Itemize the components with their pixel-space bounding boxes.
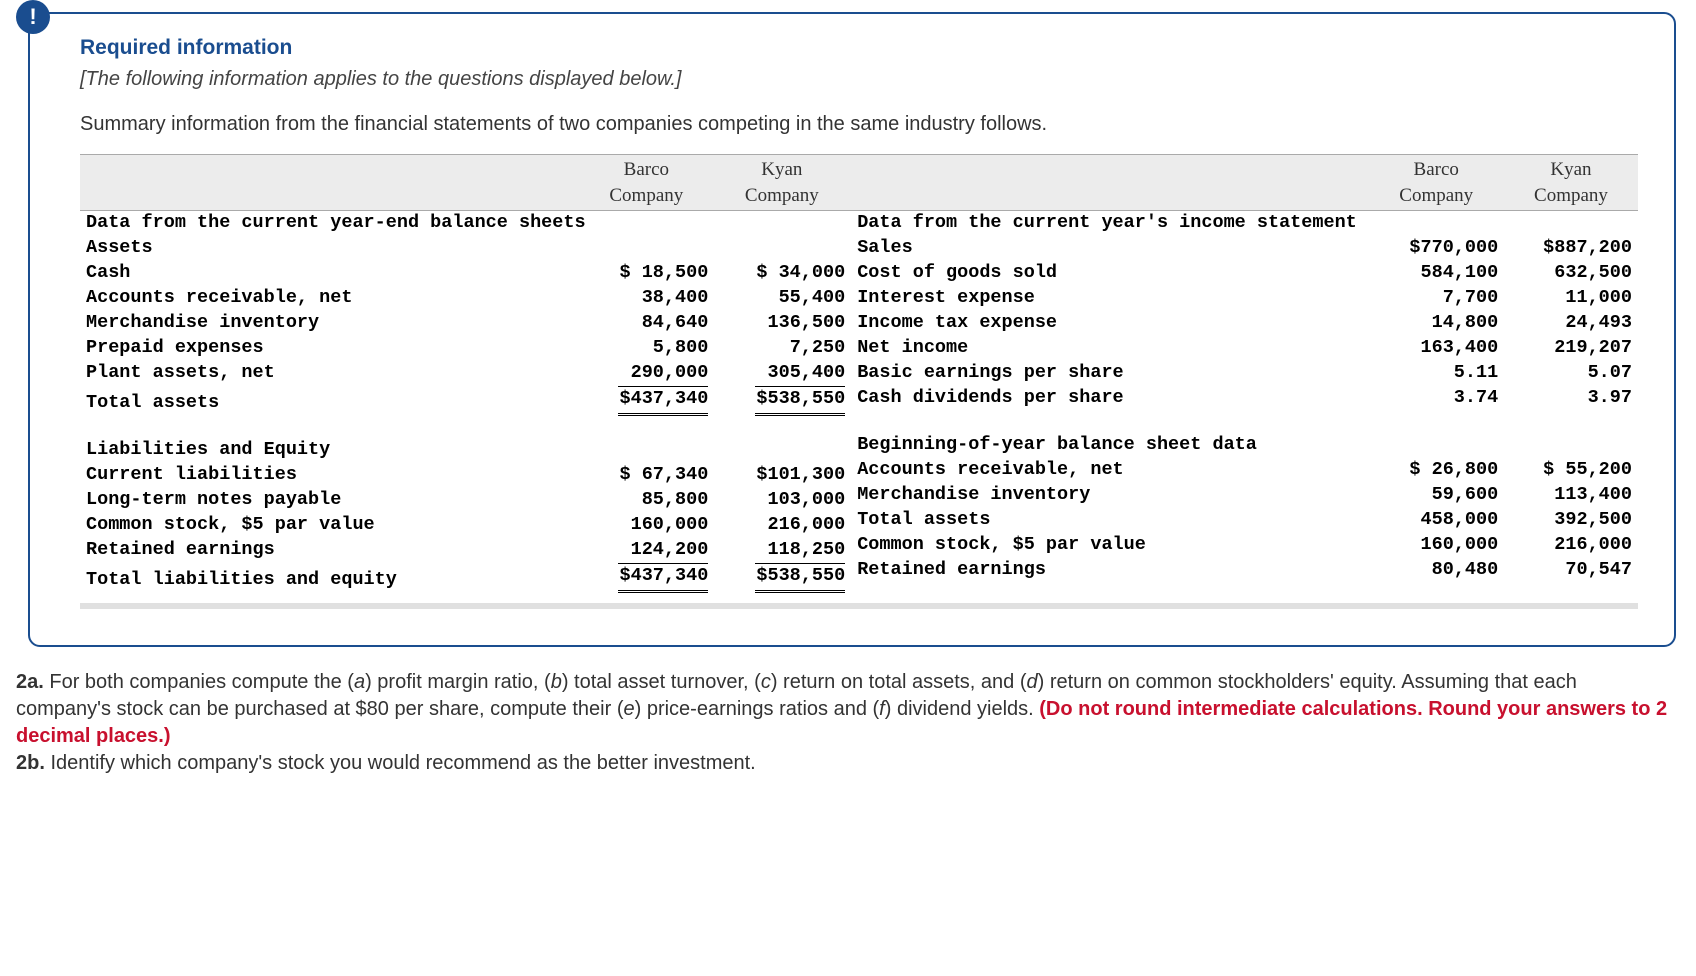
table-row: Cash$ 18,500$ 34,000	[80, 261, 851, 286]
table-row: Common stock, $5 par value160,000216,000	[80, 513, 851, 538]
table-row: Cost of goods sold584,100632,500	[851, 261, 1638, 286]
table-row: Merchandise inventory84,640136,500	[80, 311, 851, 336]
q-2b-label: 2b.	[16, 752, 45, 774]
total-assets-row: Total assets$437,340$538,550	[80, 386, 851, 416]
table-row: Retained earnings80,48070,547	[851, 558, 1638, 583]
info-icon: !	[16, 0, 50, 34]
hdr-company-1b: Company	[745, 185, 819, 206]
hdr-company-1: Company	[609, 185, 683, 206]
required-info-title: Required information	[80, 36, 1638, 60]
table-row: Prepaid expenses5,8007,250	[80, 336, 851, 361]
total-liab-row: Total liabilities and equity$437,340$538…	[80, 563, 851, 593]
hdr-kyan-1: Kyan	[761, 159, 802, 180]
hdr-company-2b: Company	[1534, 185, 1608, 206]
table-row: Current liabilities$ 67,340$101,300	[80, 463, 851, 488]
question-text: 2a. For both companies compute the (a) p…	[16, 669, 1676, 777]
required-info-box: ! Required information [The following in…	[28, 12, 1676, 647]
applies-note: [The following information applies to th…	[80, 68, 1638, 91]
table-row: Income tax expense14,80024,493	[851, 311, 1638, 336]
boy-heading: Beginning-of-year balance sheet data	[851, 433, 1638, 458]
hdr-barco-1: Barco	[624, 159, 669, 180]
table-row: Net income163,400219,207	[851, 336, 1638, 361]
table-row: Sales$770,000$887,200	[851, 236, 1638, 261]
column-header-row: Barco Company Kyan Company Barco Company Ky…	[80, 154, 1638, 211]
hdr-kyan-2: Kyan	[1550, 159, 1591, 180]
q-2a-label: 2a.	[16, 671, 44, 693]
hdr-company-2: Company	[1399, 185, 1473, 206]
bs-heading: Data from the current year-end balance s…	[80, 211, 851, 236]
table-row: Total assets458,000392,500	[851, 508, 1638, 533]
assets-heading: Assets	[80, 236, 851, 261]
table-row: Plant assets, net290,000305,400	[80, 361, 851, 386]
table-row: Accounts receivable, net38,40055,400	[80, 286, 851, 311]
table-row: Common stock, $5 par value160,000216,000	[851, 533, 1638, 558]
table-row: Long-term notes payable85,800103,000	[80, 488, 851, 513]
income-statement-column: Data from the current year's income stat…	[851, 211, 1638, 593]
hdr-barco-2: Barco	[1414, 159, 1459, 180]
is-heading: Data from the current year's income stat…	[851, 211, 1638, 236]
balance-sheet-column: Data from the current year-end balance s…	[80, 211, 851, 593]
table-row: Accounts receivable, net$ 26,800$ 55,200	[851, 458, 1638, 483]
box-divider	[80, 603, 1638, 609]
liabilities-heading: Liabilities and Equity	[80, 438, 851, 463]
table-row: Interest expense7,70011,000	[851, 286, 1638, 311]
table-row: Merchandise inventory59,600113,400	[851, 483, 1638, 508]
table-row: Basic earnings per share5.115.07	[851, 361, 1638, 386]
summary-text: Summary information from the financial s…	[80, 113, 1638, 136]
table-row: Cash dividends per share3.743.97	[851, 386, 1638, 411]
table-row: Retained earnings124,200118,250	[80, 538, 851, 563]
